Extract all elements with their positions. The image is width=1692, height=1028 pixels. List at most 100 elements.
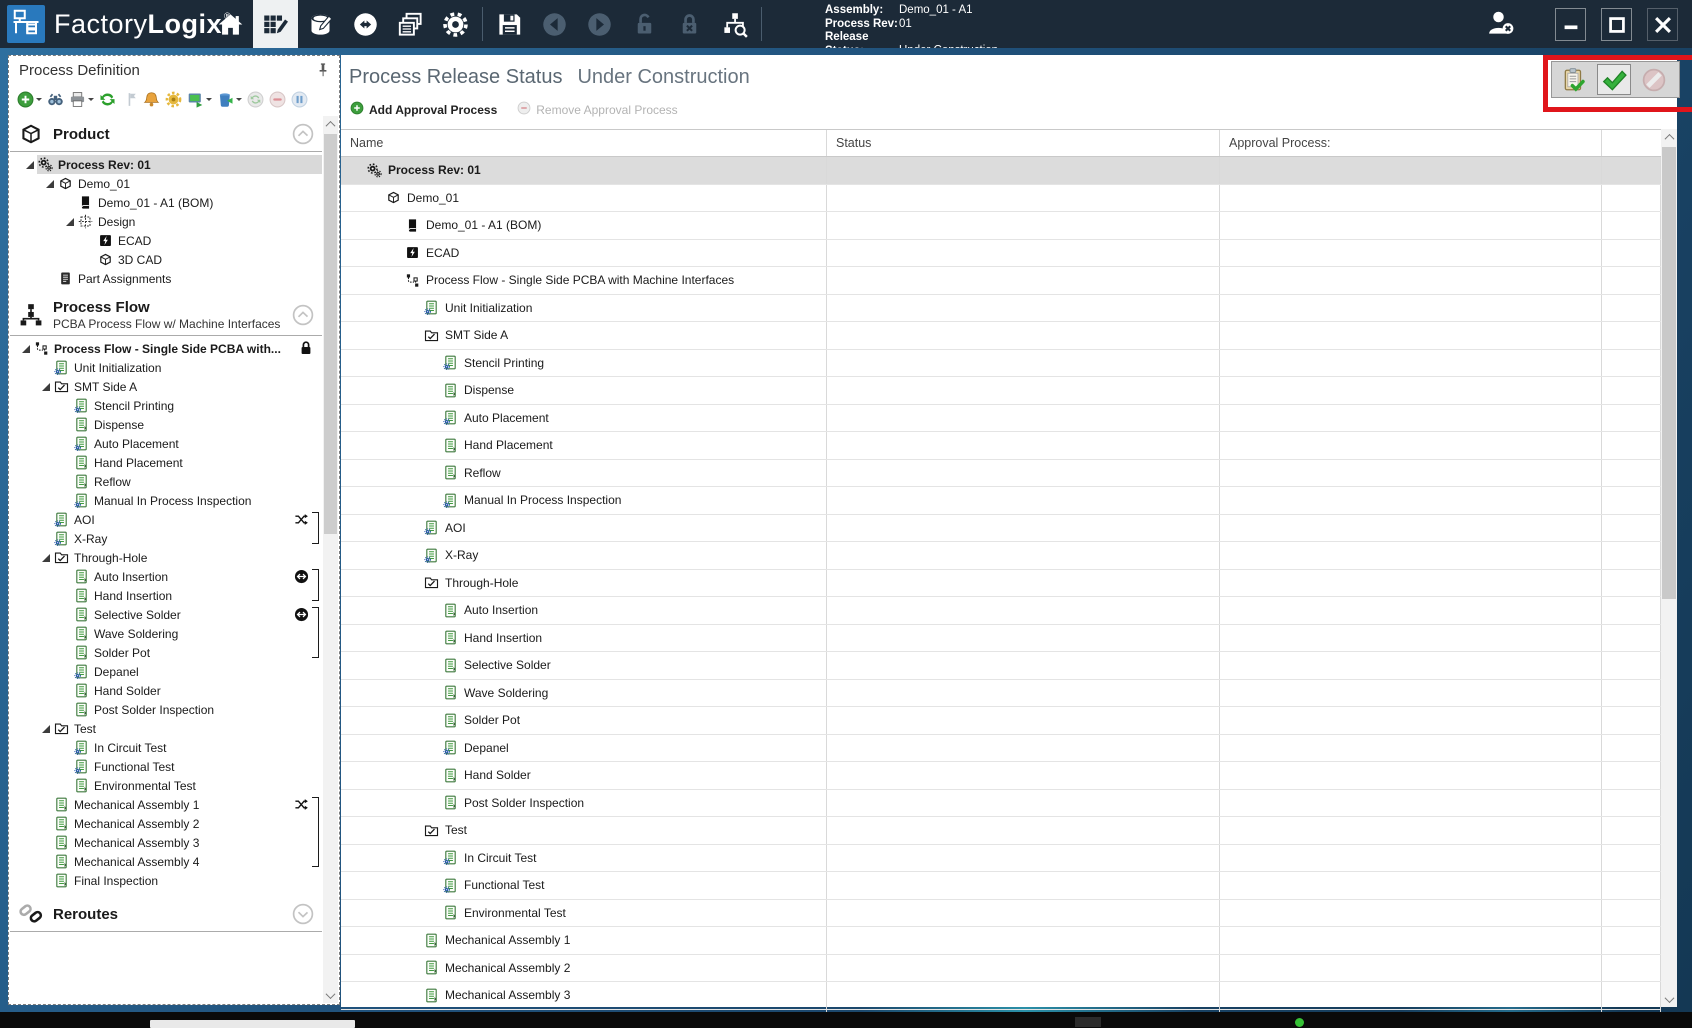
tree-item[interactable]: Final Inspection bbox=[10, 871, 322, 890]
options-gear-button[interactable] bbox=[165, 91, 182, 108]
section-reroutes[interactable]: Reroutes bbox=[10, 896, 322, 932]
scroll-down-arrow[interactable] bbox=[323, 987, 338, 1003]
scroll-up-arrow[interactable] bbox=[323, 116, 338, 132]
table-row[interactable]: Process Flow - Single Side PCBA with Mac… bbox=[341, 267, 1661, 295]
remove-approval-process-link[interactable]: Remove Approval Process bbox=[517, 101, 677, 118]
section-product[interactable]: Product bbox=[10, 116, 322, 152]
table-row[interactable]: Selective Solder bbox=[341, 652, 1661, 680]
approve-button[interactable] bbox=[1597, 64, 1631, 95]
table-row[interactable]: Demo_01 - A1 (BOM) bbox=[341, 212, 1661, 240]
tree-item[interactable]: Reflow bbox=[10, 472, 322, 491]
process-grid-edit-button[interactable] bbox=[253, 0, 298, 48]
tree-item[interactable]: Stencil Printing bbox=[10, 396, 322, 415]
table-row[interactable]: Manual In Process Inspection bbox=[341, 487, 1661, 515]
tree-item[interactable]: Unit Initialization bbox=[10, 358, 322, 377]
tree-item[interactable]: ECAD bbox=[10, 231, 322, 250]
scroll-up-arrow[interactable] bbox=[1661, 129, 1677, 145]
back-button[interactable] bbox=[532, 0, 577, 48]
table-row[interactable]: Depanel bbox=[341, 735, 1661, 763]
tree-item[interactable]: Environmental Test bbox=[10, 776, 322, 795]
table-row[interactable]: Environmental Test bbox=[341, 900, 1661, 928]
tree-item[interactable]: Design bbox=[10, 212, 322, 231]
maximize-button[interactable] bbox=[1601, 8, 1632, 41]
tree-item[interactable]: Functional Test bbox=[10, 757, 322, 776]
taskbar-window[interactable] bbox=[150, 1020, 355, 1028]
scroll-down-arrow[interactable] bbox=[1661, 991, 1677, 1007]
table-row[interactable]: Post Solder Inspection bbox=[341, 790, 1661, 818]
tree-item[interactable]: Post Solder Inspection bbox=[10, 700, 322, 719]
expander-icon[interactable] bbox=[18, 345, 33, 353]
expander-icon[interactable] bbox=[38, 725, 53, 733]
close-button[interactable] bbox=[1647, 8, 1678, 41]
table-row[interactable]: AOI bbox=[341, 515, 1661, 543]
section-process-flow[interactable]: Process Flow PCBA Process Flow w/ Machin… bbox=[10, 294, 322, 336]
column-name[interactable]: Name bbox=[341, 130, 827, 156]
save-button[interactable] bbox=[487, 0, 532, 48]
tree-item[interactable]: In Circuit Test bbox=[10, 738, 322, 757]
tree-item[interactable]: Mechanical Assembly 2 bbox=[10, 814, 322, 833]
home-button[interactable] bbox=[208, 0, 253, 48]
panel-scrollbar[interactable] bbox=[323, 116, 338, 1003]
unlock-button[interactable] bbox=[622, 0, 667, 48]
tree-item[interactable]: Dispense bbox=[10, 415, 322, 434]
documents-button[interactable] bbox=[388, 0, 433, 48]
tree-item[interactable]: Wave Soldering bbox=[10, 624, 322, 643]
logout-user-button[interactable] bbox=[1484, 8, 1518, 42]
lock-x-button[interactable] bbox=[667, 0, 712, 48]
table-row[interactable]: X-Ray bbox=[341, 542, 1661, 570]
recycle-button[interactable] bbox=[217, 91, 242, 108]
tree-item[interactable]: Hand Insertion bbox=[10, 586, 322, 605]
table-row[interactable]: In Circuit Test bbox=[341, 845, 1661, 873]
column-approval-process[interactable]: Approval Process: bbox=[1220, 130, 1602, 156]
collapse-up-icon[interactable] bbox=[292, 304, 314, 326]
minimize-button[interactable] bbox=[1555, 8, 1586, 41]
tree-item[interactable]: Mechanical Assembly 1 bbox=[10, 795, 322, 814]
tree-item[interactable]: Auto Insertion bbox=[10, 567, 322, 586]
navigate-button[interactable] bbox=[343, 0, 388, 48]
tree-item[interactable]: Mechanical Assembly 3 bbox=[10, 833, 322, 852]
taskbar-app[interactable] bbox=[1075, 1017, 1101, 1027]
tree-item[interactable]: Mechanical Assembly 4 bbox=[10, 852, 322, 871]
tree-item[interactable]: Demo_01 - A1 (BOM) bbox=[10, 193, 322, 212]
tree-item[interactable]: AOI bbox=[10, 510, 322, 529]
table-row[interactable]: Auto Placement bbox=[341, 405, 1661, 433]
forward-button[interactable] bbox=[577, 0, 622, 48]
tree-item[interactable]: Process Rev: 01 bbox=[10, 155, 322, 174]
find-button[interactable] bbox=[47, 91, 64, 108]
tree-item[interactable]: Through-Hole bbox=[10, 548, 322, 567]
add-approval-process-link[interactable]: Add Approval Process bbox=[350, 101, 497, 118]
table-row[interactable]: Solder Pot bbox=[341, 707, 1661, 735]
tree-item[interactable]: Demo_01 bbox=[10, 174, 322, 193]
table-row[interactable]: Auto Insertion bbox=[341, 597, 1661, 625]
tree-item[interactable]: Manual In Process Inspection bbox=[10, 491, 322, 510]
pin-icon[interactable] bbox=[315, 62, 331, 78]
table-row[interactable]: Hand Insertion bbox=[341, 625, 1661, 653]
expander-icon[interactable] bbox=[62, 218, 77, 226]
table-row[interactable]: Mechanical Assembly 3 bbox=[341, 982, 1661, 1010]
table-scrollbar[interactable] bbox=[1661, 129, 1677, 1007]
table-row[interactable]: Through-Hole bbox=[341, 570, 1661, 598]
table-row[interactable]: Mechanical Assembly 2 bbox=[341, 955, 1661, 983]
scroll-thumb[interactable] bbox=[1662, 147, 1676, 599]
tree-item[interactable]: SMT Side A bbox=[10, 377, 322, 396]
tree-item[interactable]: Selective Solder bbox=[10, 605, 322, 624]
table-row[interactable]: Unit Initialization bbox=[341, 295, 1661, 323]
audit-search-button[interactable] bbox=[712, 0, 757, 48]
add-button[interactable] bbox=[17, 91, 42, 108]
export-button[interactable] bbox=[187, 91, 212, 108]
tree-item[interactable]: Test bbox=[10, 719, 322, 738]
tree-item[interactable]: Process Flow - Single Side PCBA with... bbox=[10, 339, 322, 358]
table-row[interactable]: Stencil Printing bbox=[341, 350, 1661, 378]
column-status[interactable]: Status bbox=[827, 130, 1220, 156]
table-row[interactable]: Hand Solder bbox=[341, 762, 1661, 790]
print-button[interactable] bbox=[69, 91, 94, 108]
table-row[interactable]: Process Rev: 01 bbox=[341, 157, 1661, 185]
table-row[interactable]: Dispense bbox=[341, 377, 1661, 405]
table-row[interactable]: Functional Test bbox=[341, 872, 1661, 900]
table-row[interactable]: Reflow bbox=[341, 460, 1661, 488]
tree-item[interactable]: Auto Placement bbox=[10, 434, 322, 453]
expander-icon[interactable] bbox=[38, 554, 53, 562]
table-row[interactable]: Demo_01 bbox=[341, 185, 1661, 213]
tree-item[interactable]: Hand Solder bbox=[10, 681, 322, 700]
expander-icon[interactable] bbox=[38, 383, 53, 391]
